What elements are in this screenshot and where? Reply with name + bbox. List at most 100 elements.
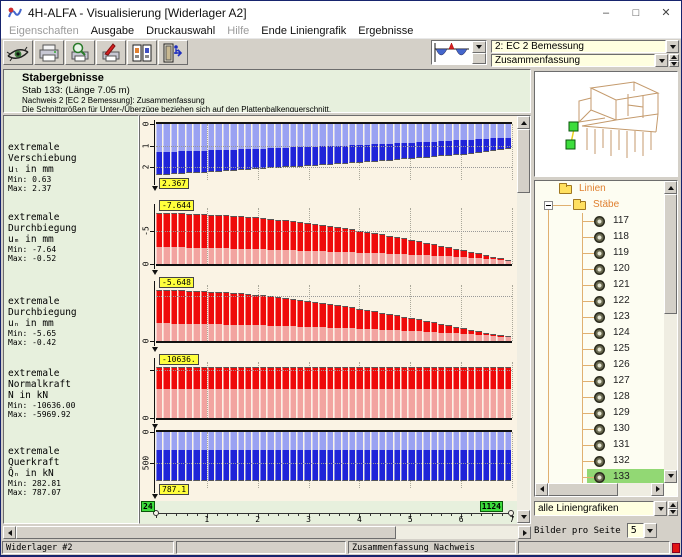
result-set-dropdown-button[interactable] [666, 40, 679, 53]
scroll-right-button[interactable] [651, 483, 664, 496]
bar-min-segment [327, 124, 333, 146]
ruler-tick [187, 513, 188, 516]
menu-item-ausgabe[interactable]: Ausgabe [85, 25, 140, 37]
scroll-thumb[interactable] [16, 526, 396, 539]
chart-row-5: 0500787.1 [140, 424, 517, 501]
chart-horizontal-scrollbar[interactable] [3, 526, 531, 539]
view-settings-button[interactable] [3, 40, 33, 65]
bar-max-segment [497, 138, 503, 150]
exit-button[interactable] [158, 40, 188, 65]
gridline-horizontal [156, 231, 512, 232]
tree-vertical-scrollbar[interactable] [664, 181, 677, 483]
scroll-right-button[interactable] [518, 526, 531, 539]
print-button[interactable] [34, 40, 64, 65]
ruler-tick [288, 513, 289, 516]
scroll-track[interactable] [664, 314, 677, 470]
print-selection-button[interactable] [96, 40, 126, 65]
bar-min-segment [327, 389, 333, 418]
view-mode-combo[interactable]: Zusammenfassung [491, 54, 655, 67]
scroll-thumb[interactable] [664, 194, 677, 314]
tree-item-124[interactable]: 124 [535, 325, 664, 341]
pages-layout-button[interactable] [127, 40, 157, 65]
tree-item-121[interactable]: 121 [535, 277, 664, 293]
ruler-tick [329, 513, 330, 516]
chevron-left-icon [8, 530, 12, 536]
bar [171, 285, 177, 341]
images-per-page-combo[interactable]: 5 [627, 523, 644, 538]
menu-item-druckauswahl[interactable]: Druckauswahl [140, 25, 221, 37]
scroll-thumb[interactable] [517, 129, 530, 193]
scroll-thumb[interactable] [548, 483, 618, 496]
bar-max-segment [304, 147, 310, 166]
bar-min-segment [505, 124, 511, 138]
scroll-track[interactable] [396, 526, 518, 539]
scroll-left-button[interactable] [535, 483, 548, 496]
bar [327, 124, 333, 180]
bar-min-segment [171, 247, 177, 264]
status-view: Zusammenfassung Nachweis [348, 541, 516, 554]
scroll-down-button[interactable] [664, 470, 677, 483]
tree-item-125[interactable]: 125 [535, 341, 664, 357]
tree-item-127[interactable]: 127 [535, 373, 664, 389]
graphics-filter-spinner[interactable] [668, 501, 678, 517]
bar [386, 124, 392, 180]
bar-min-segment [290, 250, 296, 264]
graphics-filter-combo[interactable]: alle Liniengrafiken [534, 501, 654, 517]
tree-root-linien[interactable]: Linien [535, 181, 664, 197]
bar-max-segment [364, 310, 370, 329]
spinner-down-button[interactable] [668, 509, 678, 517]
model-preview[interactable] [534, 71, 678, 177]
view-mode-dropdown-button[interactable] [655, 54, 668, 67]
tree-item-130[interactable]: 130 [535, 421, 664, 437]
view-mode-spinner[interactable] [669, 54, 679, 67]
close-button[interactable]: ✕ [651, 1, 681, 24]
bar [193, 285, 199, 341]
bar [371, 124, 377, 180]
print-preview-button[interactable] [65, 40, 95, 65]
tree-item-128[interactable]: 128 [535, 389, 664, 405]
scroll-track[interactable] [517, 193, 530, 510]
tree-horizontal-scrollbar[interactable] [535, 483, 664, 496]
curve-combo-dropdown-button[interactable] [472, 41, 486, 53]
bar-min-segment [267, 250, 273, 264]
scroll-up-button[interactable] [664, 181, 677, 194]
scroll-down-button[interactable] [517, 510, 530, 523]
menu-item-ende-liniengrafik[interactable]: Ende Liniengrafik [255, 25, 352, 37]
menu-item-ergebnisse[interactable]: Ergebnisse [352, 25, 419, 37]
images-per-page-dropdown-button[interactable] [644, 523, 657, 538]
curve-combo-lower-button[interactable] [472, 53, 486, 65]
y-tick-label: 2 [142, 165, 151, 170]
tree-item-122[interactable]: 122 [535, 293, 664, 309]
collapse-icon[interactable] [544, 201, 553, 210]
tree-item-132[interactable]: 132 [535, 453, 664, 469]
tree-item-123[interactable]: 123 [535, 309, 664, 325]
minimize-button[interactable]: – [591, 1, 621, 24]
bar-min-segment [460, 432, 466, 450]
tree-item-129[interactable]: 129 [535, 405, 664, 421]
result-set-combo[interactable]: 2: EC 2 Bemessung [491, 40, 666, 53]
bar-max-segment [223, 450, 229, 481]
tree-item-118[interactable]: 118 [535, 229, 664, 245]
tree-item-131[interactable]: 131 [535, 437, 664, 453]
bar [282, 432, 288, 488]
bar-min-segment [223, 432, 229, 450]
tree-folder-staebe[interactable]: Stäbe [535, 197, 664, 213]
tree-item-119[interactable]: 119 [535, 245, 664, 261]
bar-max-segment [297, 300, 303, 327]
bar-min-segment [290, 432, 296, 450]
graphics-filter-dropdown-button[interactable] [654, 501, 667, 517]
spinner-up-button[interactable] [668, 501, 678, 509]
chart-plot [156, 285, 512, 341]
scroll-left-button[interactable] [3, 526, 16, 539]
bar-max-segment [349, 307, 355, 328]
maximize-button[interactable]: □ [621, 1, 651, 24]
scroll-track[interactable] [618, 483, 651, 496]
tree-item-133[interactable]: 133 [535, 469, 664, 483]
tree-item-117[interactable]: 117 [535, 213, 664, 229]
curve-style-combo[interactable] [431, 40, 487, 65]
bar-min-segment [349, 432, 355, 450]
tree-item-120[interactable]: 120 [535, 261, 664, 277]
scroll-up-button[interactable] [517, 116, 530, 129]
chart-vertical-scrollbar[interactable] [517, 116, 530, 523]
tree-item-126[interactable]: 126 [535, 357, 664, 373]
